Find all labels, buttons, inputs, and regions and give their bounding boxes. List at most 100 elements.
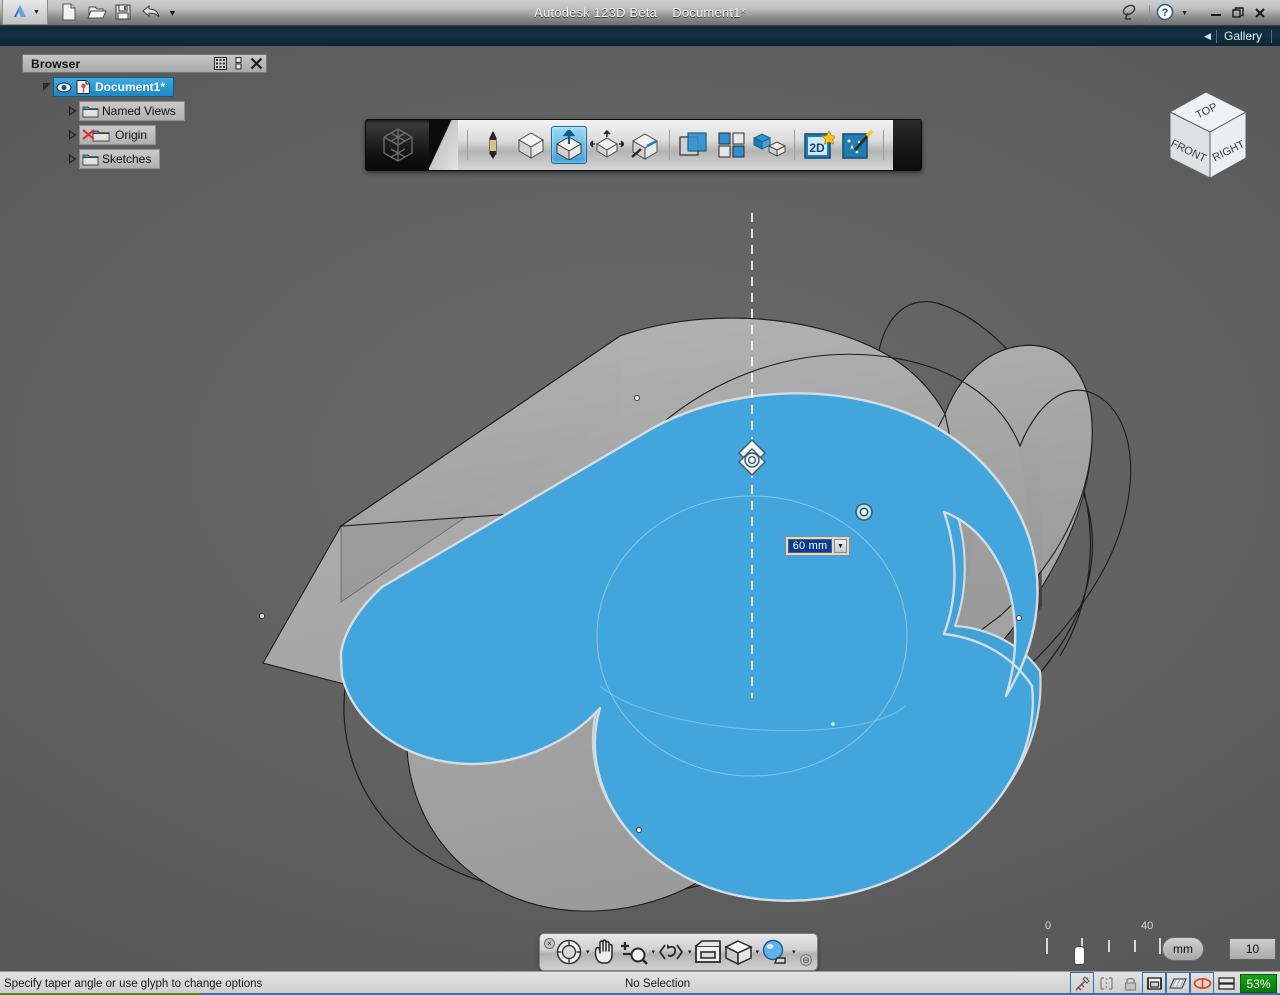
application-menu-button[interactable]: ▼ [2, 0, 48, 25]
zoom-tool-button[interactable] [620, 937, 650, 967]
satellite-button[interactable] [1121, 3, 1143, 23]
qat-customize-button[interactable]: ▼ [168, 3, 180, 23]
help-dropdown-icon[interactable]: ▼ [1181, 10, 1188, 17]
divider [794, 130, 795, 160]
unit-toggle-button[interactable]: mm [1162, 937, 1204, 961]
modify-tool-button[interactable] [627, 126, 663, 164]
undo-button[interactable] [141, 3, 161, 23]
dimension-toggle[interactable] [1094, 972, 1118, 995]
taper-value-input[interactable]: 60 mm [788, 539, 832, 553]
save-document-button[interactable] [114, 3, 134, 23]
disclosure-triangle-collapsed[interactable] [66, 153, 79, 166]
view-cube[interactable]: TOP FRONT RIGHT [1160, 86, 1252, 186]
monitor-icon [1217, 975, 1236, 992]
sidebar-item-label: Sketches [102, 152, 151, 166]
ruler-label-40: 40 [1141, 920, 1153, 932]
autodesk-logo-icon [10, 3, 30, 22]
sketch-constraint-toggle[interactable] [1070, 972, 1094, 995]
model-geometry [0, 46, 1280, 971]
ruler-slider-handle[interactable] [1074, 946, 1085, 965]
chevron-down-icon: ▼ [168, 8, 177, 18]
chevron-down-icon[interactable]: ▾ [756, 948, 760, 956]
fit-view-tool-button[interactable] [693, 937, 723, 967]
sidebar-item-sketches[interactable]: Sketches [79, 149, 160, 169]
orbit-tool-button[interactable] [656, 937, 686, 967]
disclosure-triangle-expanded[interactable] [40, 81, 53, 94]
visual-style-tool-button[interactable] [724, 937, 754, 967]
viewport-3d[interactable]: Browser [0, 46, 1280, 971]
extrude-tool-button[interactable] [551, 126, 587, 164]
close-button[interactable] [1252, 5, 1268, 21]
eye-visibility-icon [56, 81, 72, 94]
divider [1271, 30, 1272, 43]
plane-toggle[interactable] [1166, 972, 1190, 995]
primitives-tool-button[interactable] [513, 126, 549, 164]
zoom-percentage[interactable]: 53% [1240, 974, 1277, 993]
tree-row-sketches[interactable]: Sketches [22, 149, 267, 169]
maximize-button[interactable] [1230, 5, 1246, 21]
open-document-button[interactable] [87, 3, 107, 23]
drawing-2d-tool-button[interactable]: 2D [801, 126, 837, 164]
minimize-button[interactable] [1208, 5, 1224, 21]
display-toggle[interactable] [1214, 972, 1238, 995]
new-document-button[interactable] [60, 3, 80, 23]
transform-tool-button[interactable] [589, 126, 625, 164]
disclosure-triangle-collapsed[interactable] [66, 129, 79, 142]
question-mark-icon: ? [1156, 3, 1174, 21]
window-title: Autodesk 123D Beta Document1* [0, 5, 1280, 20]
pattern-tool-button[interactable] [714, 126, 750, 164]
svg-text:2D: 2D [809, 141, 825, 155]
sidebar-item-origin[interactable]: Origin [79, 125, 156, 145]
browser-close-button[interactable] [248, 55, 265, 72]
snap-grid-toggle[interactable] [1142, 972, 1166, 995]
toolbar-tail [893, 120, 921, 170]
status-bar-toggles: 53% [1070, 972, 1280, 995]
gallery-tab[interactable]: Gallery [1224, 29, 1262, 43]
nav-minimize-button[interactable]: ⊖ [800, 954, 812, 966]
folder-hidden-icon [82, 128, 112, 142]
pencil-diagonal-icon [1074, 975, 1091, 992]
taper-drag-handle[interactable] [856, 504, 872, 520]
assemble-tool-button[interactable] [752, 126, 788, 164]
steering-wheel-icon [554, 938, 584, 966]
snap-value-input[interactable]: 10 [1229, 938, 1276, 960]
help-button[interactable]: ? [1156, 3, 1178, 23]
folder-icon [82, 152, 99, 166]
pan-tool-button[interactable] [591, 937, 619, 967]
divider [1216, 30, 1217, 43]
title-bar: ▼ [0, 0, 1280, 26]
tree-row-origin[interactable]: Origin [22, 125, 267, 145]
lighting-tool-button[interactable] [760, 937, 790, 967]
chevron-down-icon[interactable]: ▾ [688, 948, 692, 956]
sidebar-item-document1[interactable]: Document1* [53, 77, 174, 97]
chevron-down-icon[interactable]: ▾ [652, 948, 656, 956]
app-cube-logo[interactable] [366, 120, 429, 170]
browser-dock-button[interactable] [230, 55, 247, 72]
dimension-dropdown-button[interactable]: ▼ [834, 539, 847, 553]
browser-title: Browser [23, 57, 212, 71]
tree-row-document[interactable]: Document1* [22, 77, 267, 97]
divider [883, 130, 884, 160]
steering-wheel-tool-button[interactable] [554, 937, 584, 967]
gallery-prev-arrow[interactable]: ◀ [1204, 31, 1211, 42]
dimension-input-group[interactable]: 60 mm ▼ [785, 536, 850, 556]
browser-filter-button[interactable] [212, 55, 229, 72]
sidebar-item-named-views[interactable]: Named Views [79, 101, 185, 121]
app-cube-icon [377, 124, 419, 166]
boolean-squares-icon [679, 131, 709, 159]
disclosure-triangle-collapsed[interactable] [66, 105, 79, 118]
folder-hidden-glyph-icon [82, 128, 112, 142]
close-x-icon [1254, 7, 1266, 19]
smart-tool-button[interactable] [839, 126, 875, 164]
chevron-down-icon[interactable]: ▾ [586, 948, 590, 956]
orbit-constraint-toggle[interactable] [1190, 972, 1214, 995]
toolbar-tools: 2D [458, 120, 893, 170]
tree-row-named-views[interactable]: Named Views [22, 101, 267, 121]
chevron-down-icon[interactable]: ▾ [792, 948, 796, 956]
divider [1149, 5, 1150, 21]
lock-toggle[interactable] [1118, 972, 1142, 995]
open-folder-icon [87, 3, 107, 21]
status-bar: Specify taper angle or use glyph to chan… [0, 971, 1280, 995]
sketch-tool-button[interactable] [475, 126, 511, 164]
combine-tool-button[interactable] [676, 126, 712, 164]
